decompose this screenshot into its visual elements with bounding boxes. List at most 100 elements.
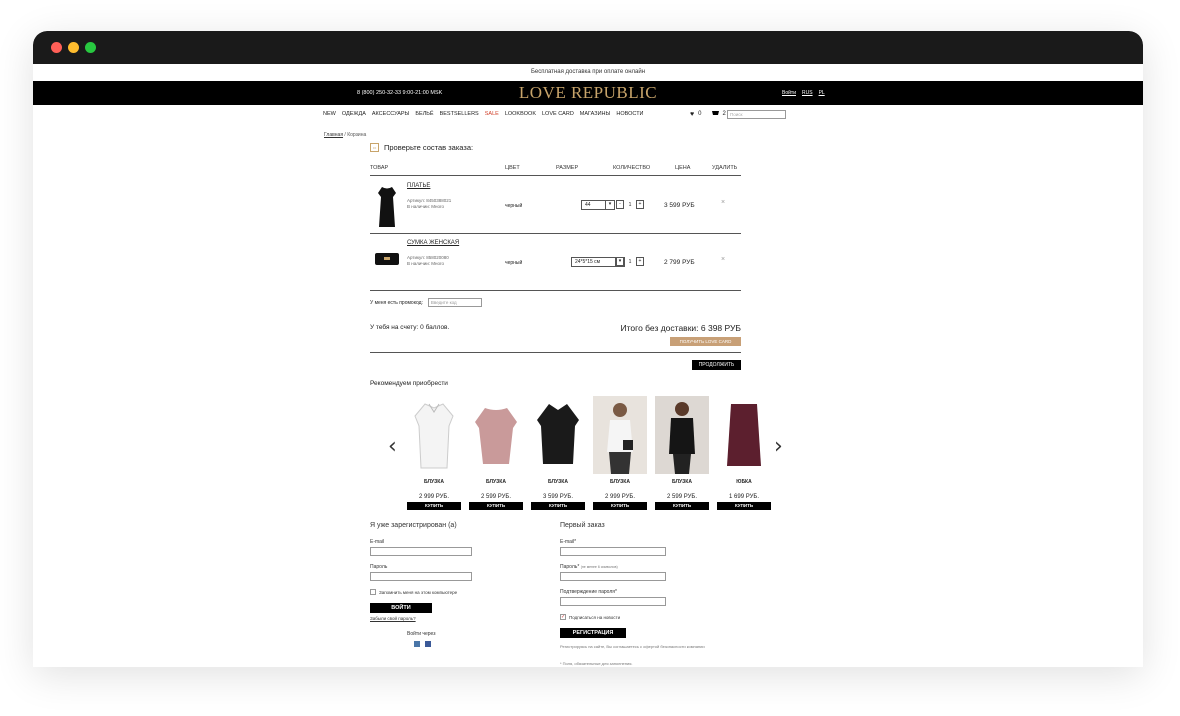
nav-item-lingerie[interactable]: БЕЛЬЁ [415,111,433,117]
minimize-dot-icon[interactable] [68,42,79,53]
product-card-price: 1 699 РУБ. [729,494,759,500]
buy-button[interactable]: КУПИТЬ [655,502,709,510]
nav-item-accessories[interactable]: АКСЕССУАРЫ [372,111,410,117]
lang-pl[interactable]: PL [819,90,825,96]
login-via-label: Войти через [407,631,436,637]
bag-image[interactable] [374,248,400,273]
nav-item-love-card[interactable]: LOVE CARD [542,111,574,117]
qty-minus-button[interactable]: - [616,257,624,266]
product-color: черный [505,260,523,266]
main-nav: NEW ОДЕЖДА АКСЕССУАРЫ БЕЛЬЁ BESTSELLERS … [323,111,644,117]
password-label-text: Пароль* [560,564,580,570]
nav-item-stores[interactable]: МАГАЗИНЫ [580,111,611,117]
size-value: 24*5*15 см [575,259,601,265]
product-card-name: БЛУЗКА [672,479,692,485]
wishlist-count: 0 [698,111,702,117]
qty-plus-button[interactable]: + [636,200,644,209]
subscribe-checkbox[interactable]: ✓ [560,614,566,620]
heart-icon[interactable]: ♥ [690,111,694,118]
maximize-dot-icon[interactable] [85,42,96,53]
login-button[interactable]: ВОЙТИ [370,603,432,613]
email-label: E-mail* [560,539,577,545]
language-switcher: Войти RUS PL [782,90,825,96]
confirm-label: Подтверждение пароля* [560,589,617,595]
buy-button[interactable]: КУПИТЬ [593,502,647,510]
forgot-password-link[interactable]: Забыли свой пароль? [370,616,500,621]
register-password-field[interactable] [560,572,666,581]
login-email-field[interactable] [370,547,472,556]
col-price: ЦЕНА [675,165,691,171]
login-password-field[interactable] [370,572,472,581]
agreement-text: Регистрируясь на сайте, Вы соглашаетесь … [560,644,705,649]
cart-box-icon: ▭ [370,143,379,152]
chevron-right-icon[interactable]: › [774,434,783,459]
register-confirm-field[interactable] [560,597,666,606]
breadcrumb: Главная / Корзина [324,132,367,138]
nav-item-new[interactable]: NEW [323,111,336,117]
cart-icon[interactable] [711,110,719,118]
top-bar: 8 (800) 250-32-33 9:00-21:00 MSK LOVE RE… [33,81,1143,105]
register-button[interactable]: РЕГИСТРАЦИЯ [560,628,626,638]
nav-item-bestsellers[interactable]: BESTSELLERS [440,111,479,117]
product-name[interactable]: ПЛАТЬЕ [407,183,430,189]
nav-item-clothing[interactable]: ОДЕЖДА [342,111,366,117]
love-card-button[interactable]: ПОЛУЧИТЬ LOVE CARD [670,337,741,346]
lang-rus[interactable]: RUS [802,90,813,96]
continue-button[interactable]: ПРОДОЛЖИТЬ [692,360,741,370]
nav-item-lookbook[interactable]: LOOKBOOK [505,111,536,117]
chevron-left-icon[interactable]: ‹ [388,434,397,459]
facebook-icon[interactable] [425,641,431,647]
buy-button[interactable]: КУПИТЬ [531,502,585,510]
quantity-stepper: - 1 + [616,257,644,266]
product-image[interactable] [655,396,709,474]
col-size: РАЗМЕР [556,165,579,171]
promo-code-input[interactable]: Введите код [427,298,482,307]
password-hint: (не менее 6 символов) [580,565,618,569]
subscribe-label: Подписаться на новости [569,614,621,620]
qty-value[interactable]: 1 [626,202,634,208]
password-label: Пароль [370,564,388,570]
product-image[interactable] [717,396,771,474]
remove-icon[interactable]: × [721,199,725,206]
header-icons: ♥ 0 2 [690,110,726,118]
dress-image[interactable] [374,185,400,234]
close-dot-icon[interactable] [51,42,62,53]
buy-button[interactable]: КУПИТЬ [717,502,771,510]
product-color: черный [505,203,523,209]
nav-item-news[interactable]: НОВОСТИ [616,111,643,117]
qty-value[interactable]: 1 [626,259,634,265]
product-card: БЛУЗКА 2 999 РУБ. КУПИТЬ [407,396,461,510]
product-name[interactable]: СУМКА ЖЕНСКАЯ [407,240,459,246]
product-stock: В наличии: Много [407,261,445,266]
product-image[interactable] [407,396,461,474]
recommend-carousel: ‹ › БЛУЗКА 2 999 РУБ. КУПИТЬ БЛУЗКА 2 59… [384,396,798,516]
promo-label: У меня есть промокод: [370,299,423,306]
register-email-field[interactable] [560,547,666,556]
buy-button[interactable]: КУПИТЬ [469,502,523,510]
product-meta: Артикул: 858020080 В наличии: Много [407,255,449,267]
chevron-down-icon: ▾ [605,201,614,209]
vk-icon[interactable] [414,641,420,647]
quantity-stepper: - 1 + [616,200,644,209]
product-image[interactable] [593,396,647,474]
buy-button[interactable]: КУПИТЬ [407,502,461,510]
qty-minus-button[interactable]: - [616,200,624,209]
remember-me: Запомнить меня на этом компьютере [370,589,500,595]
remember-label: Запомнить меня на этом компьютере [379,589,458,595]
product-card: БЛУЗКА 2 599 РУБ. КУПИТЬ [655,396,709,510]
breadcrumb-home[interactable]: Главная [324,132,343,138]
product-card: ЮБКА 1 699 РУБ. КУПИТЬ [717,396,771,510]
product-image[interactable] [531,396,585,474]
remove-icon[interactable]: × [721,256,725,263]
size-value: 44 [585,202,591,208]
qty-plus-button[interactable]: + [636,257,644,266]
size-select[interactable]: 44 ▾ [581,200,615,210]
login-link[interactable]: Войти [782,90,796,96]
nav-item-sale[interactable]: SALE [485,111,499,117]
product-image[interactable] [469,396,523,474]
product-card-price: 2 599 РУБ. [481,494,511,500]
logo[interactable]: LOVE REPUBLIC [33,83,1143,103]
remember-checkbox[interactable] [370,589,376,595]
search-input[interactable]: Поиск [727,110,786,119]
product-card: БЛУЗКА 2 999 РУБ. КУПИТЬ [593,396,647,510]
